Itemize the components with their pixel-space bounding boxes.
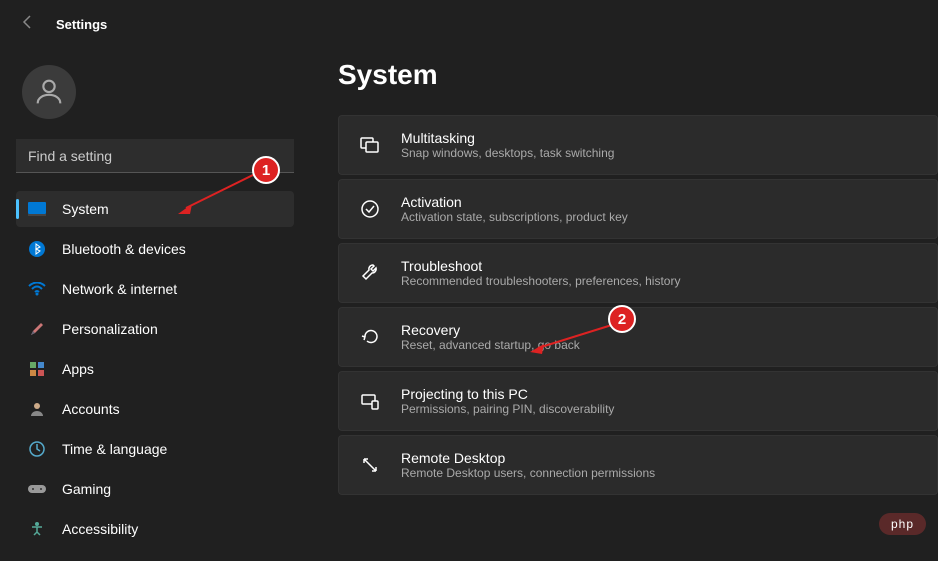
card-title: Projecting to this PC: [401, 386, 614, 402]
nav-label: Network & internet: [62, 281, 177, 297]
watermark: php: [879, 513, 926, 535]
annotation-badge-2: 2: [608, 305, 636, 333]
card-text: Multitasking Snap windows, desktops, tas…: [401, 130, 614, 160]
checkmark-circle-icon: [359, 198, 381, 220]
app-title: Settings: [56, 17, 107, 32]
nav-label: Accounts: [62, 401, 120, 417]
display-icon: [28, 200, 46, 218]
card-remote-desktop[interactable]: Remote Desktop Remote Desktop users, con…: [338, 435, 938, 495]
arrow-left-icon: [20, 14, 36, 30]
back-button[interactable]: [20, 14, 36, 35]
person-icon: [28, 400, 46, 418]
card-subtitle: Permissions, pairing PIN, discoverabilit…: [401, 402, 614, 416]
settings-list: Multitasking Snap windows, desktops, tas…: [338, 115, 938, 495]
remote-desktop-icon: [359, 454, 381, 476]
nav-item-personalization[interactable]: Personalization: [16, 311, 294, 347]
paintbrush-icon: [28, 320, 46, 338]
card-subtitle: Recommended troubleshooters, preferences…: [401, 274, 680, 288]
bluetooth-icon: [28, 240, 46, 258]
apps-icon: [28, 360, 46, 378]
card-title: Activation: [401, 194, 628, 210]
nav-list: System Bluetooth & devices Network & int…: [16, 191, 294, 547]
nav-label: Bluetooth & devices: [62, 241, 186, 257]
sidebar: System Bluetooth & devices Network & int…: [0, 49, 310, 561]
annotation-arrow-2: [530, 320, 620, 356]
multitasking-icon: [359, 134, 381, 156]
card-subtitle: Snap windows, desktops, task switching: [401, 146, 614, 160]
card-activation[interactable]: Activation Activation state, subscriptio…: [338, 179, 938, 239]
nav-item-time-language[interactable]: Time & language: [16, 431, 294, 467]
clock-globe-icon: [28, 440, 46, 458]
card-text: Projecting to this PC Permissions, pairi…: [401, 386, 614, 416]
card-title: Troubleshoot: [401, 258, 680, 274]
nav-item-bluetooth[interactable]: Bluetooth & devices: [16, 231, 294, 267]
card-text: Activation Activation state, subscriptio…: [401, 194, 628, 224]
card-recovery[interactable]: Recovery Reset, advanced startup, go bac…: [338, 307, 938, 367]
nav-label: Personalization: [62, 321, 158, 337]
gamepad-icon: [28, 480, 46, 498]
card-subtitle: Activation state, subscriptions, product…: [401, 210, 628, 224]
nav-label: Time & language: [62, 441, 167, 457]
card-projecting[interactable]: Projecting to this PC Permissions, pairi…: [338, 371, 938, 431]
nav-item-gaming[interactable]: Gaming: [16, 471, 294, 507]
nav-label: System: [62, 201, 109, 217]
nav-label: Gaming: [62, 481, 111, 497]
projecting-icon: [359, 390, 381, 412]
accessibility-icon: [28, 520, 46, 538]
page-title: System: [338, 59, 938, 91]
wrench-icon: [359, 262, 381, 284]
nav-label: Apps: [62, 361, 94, 377]
annotation-badge-1: 1: [252, 156, 280, 184]
person-icon: [32, 75, 66, 109]
card-troubleshoot[interactable]: Troubleshoot Recommended troubleshooters…: [338, 243, 938, 303]
nav-item-accessibility[interactable]: Accessibility: [16, 511, 294, 547]
nav-item-network[interactable]: Network & internet: [16, 271, 294, 307]
card-text: Remote Desktop Remote Desktop users, con…: [401, 450, 655, 480]
card-subtitle: Remote Desktop users, connection permiss…: [401, 466, 655, 480]
card-multitasking[interactable]: Multitasking Snap windows, desktops, tas…: [338, 115, 938, 175]
user-avatar[interactable]: [22, 65, 76, 119]
card-text: Troubleshoot Recommended troubleshooters…: [401, 258, 680, 288]
nav-label: Accessibility: [62, 521, 138, 537]
card-title: Multitasking: [401, 130, 614, 146]
nav-item-accounts[interactable]: Accounts: [16, 391, 294, 427]
wifi-icon: [28, 280, 46, 298]
card-title: Remote Desktop: [401, 450, 655, 466]
header: Settings: [0, 0, 938, 49]
recovery-icon: [359, 326, 381, 348]
nav-item-apps[interactable]: Apps: [16, 351, 294, 387]
